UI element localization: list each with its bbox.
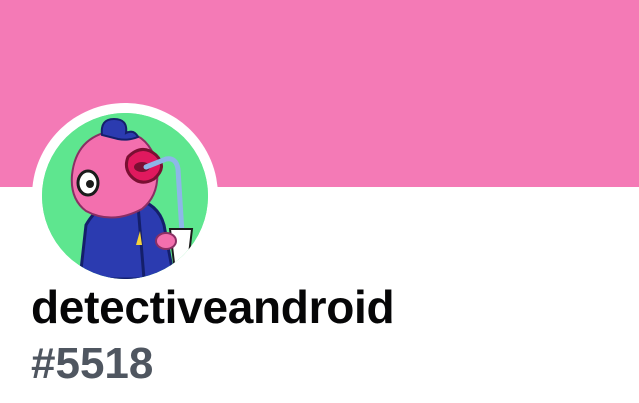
avatar-frame[interactable]: [32, 103, 218, 289]
user-discriminator: #5518: [31, 339, 154, 388]
pink-bird-avatar-icon: [42, 113, 208, 279]
username: detectiveandroid: [31, 281, 395, 333]
avatar[interactable]: [42, 113, 208, 279]
